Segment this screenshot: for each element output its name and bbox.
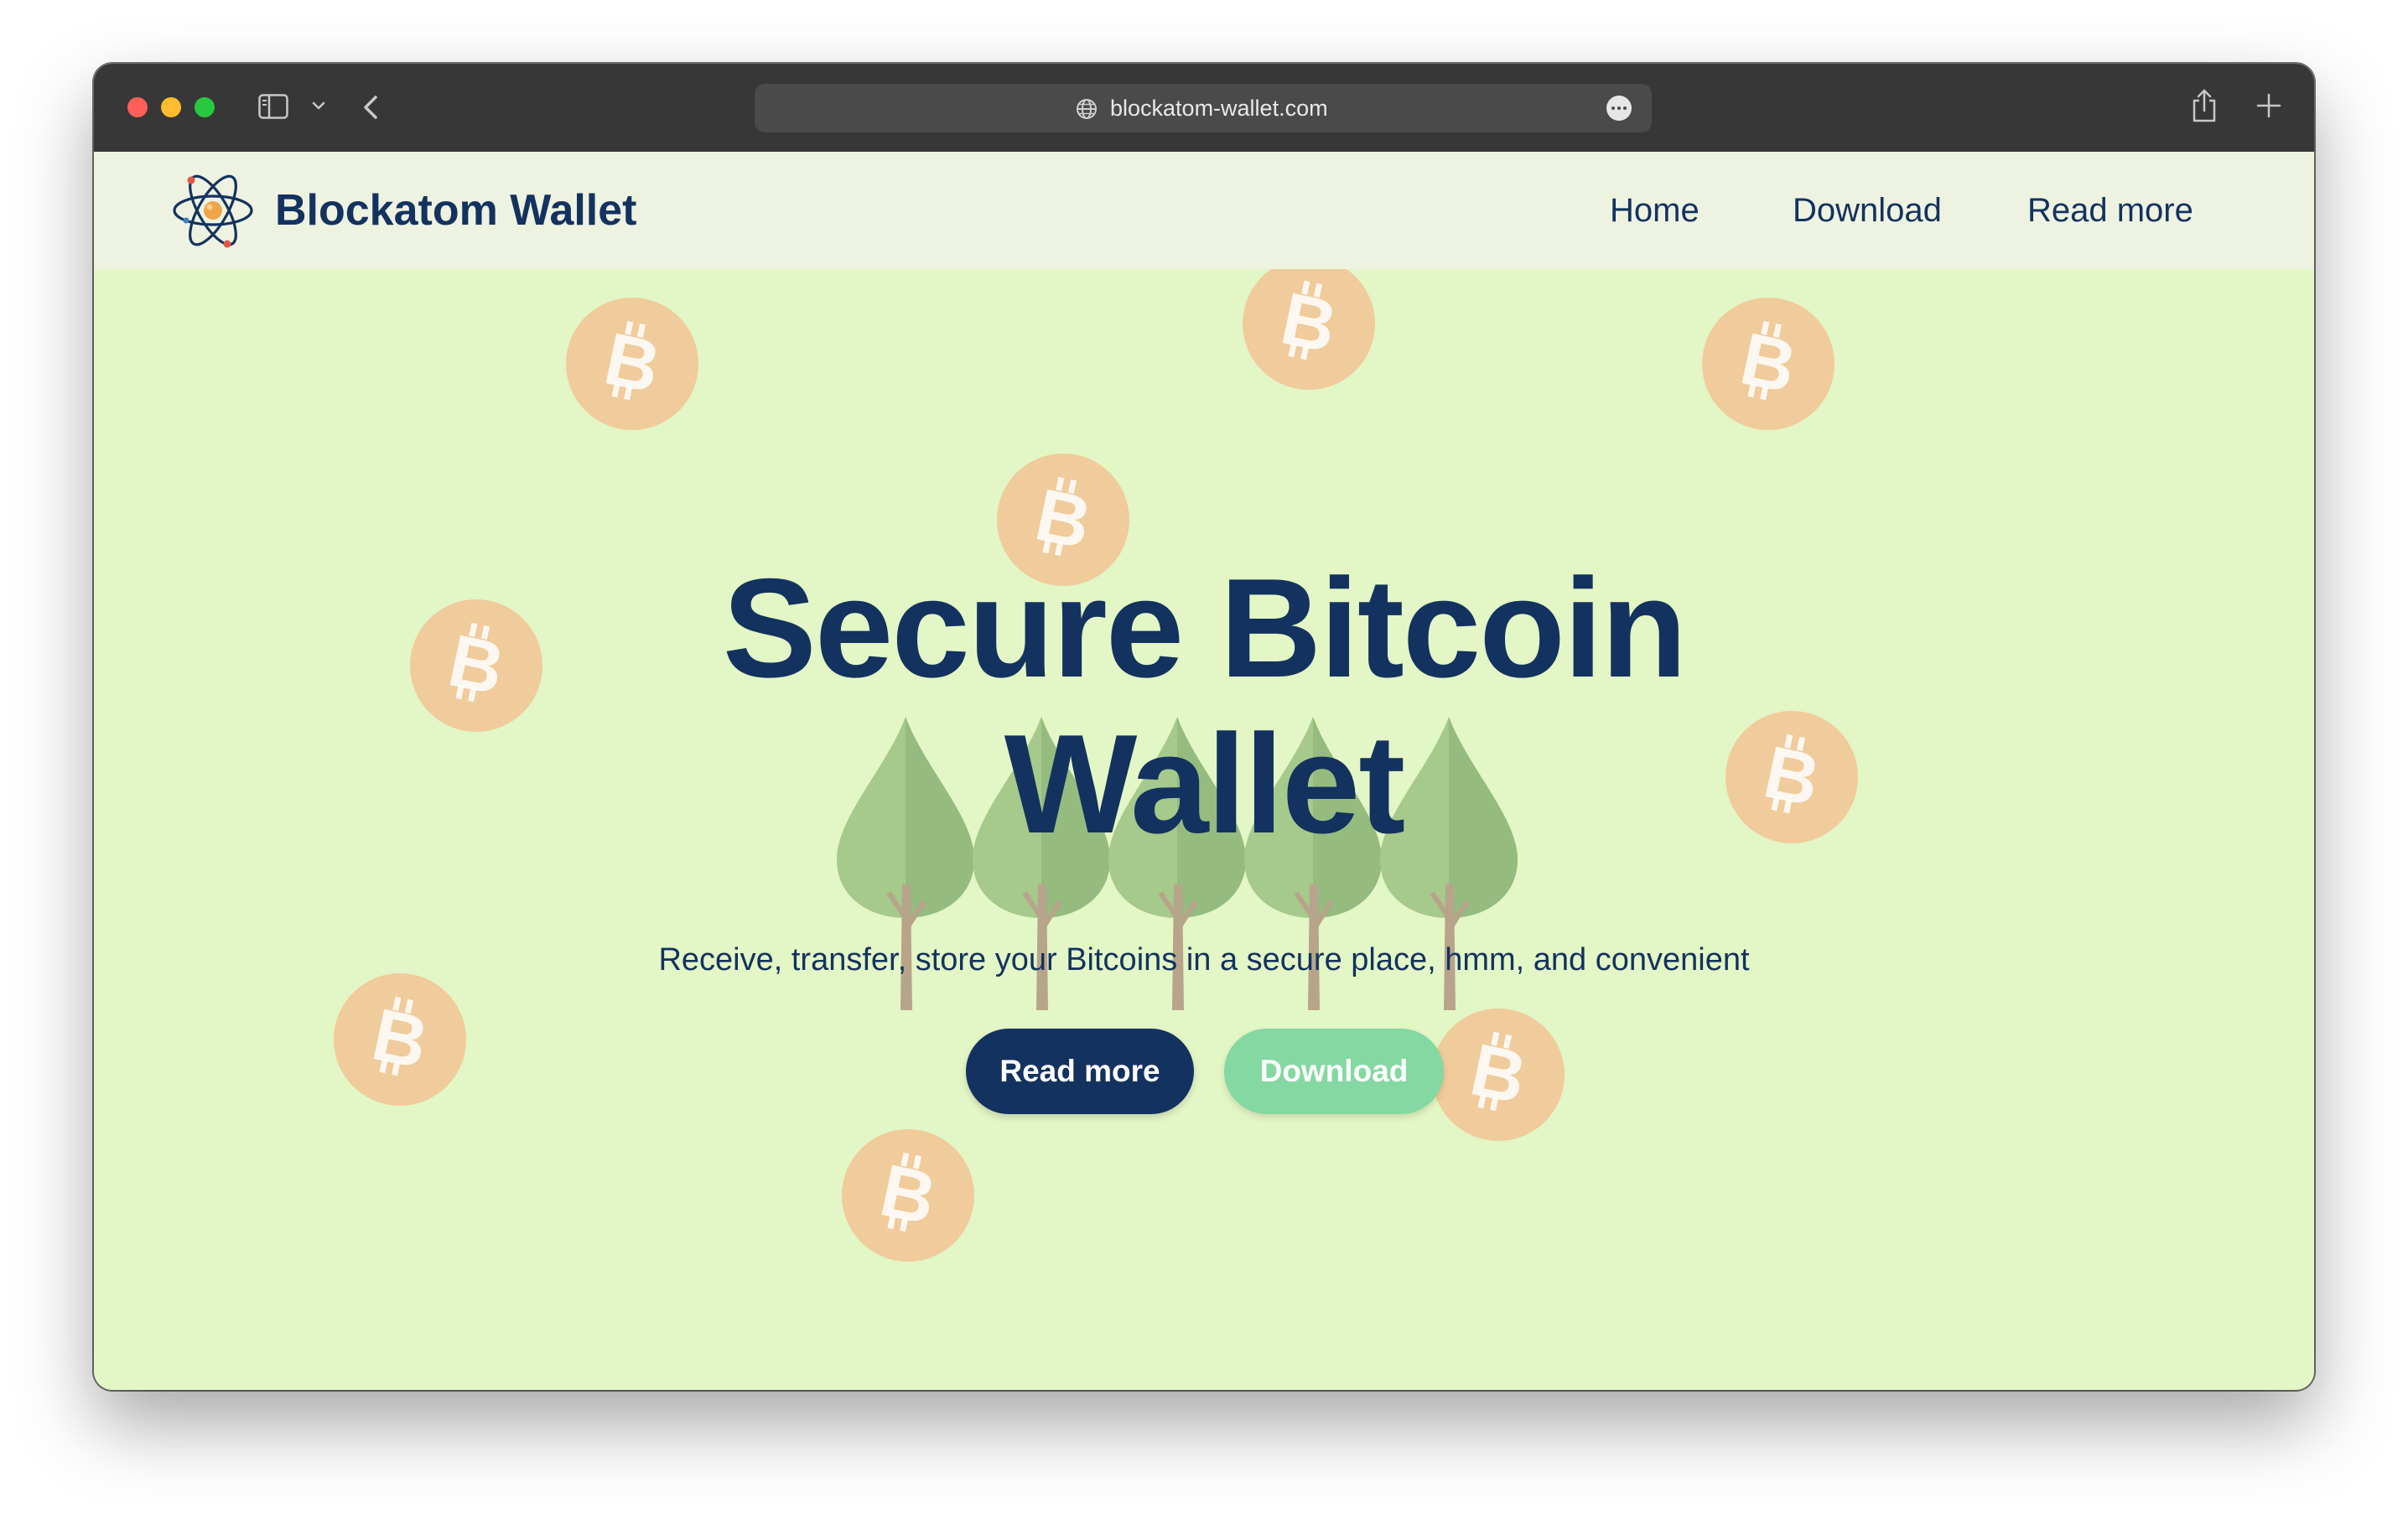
bitcoin-icon: B [1702, 298, 1835, 430]
share-icon[interactable] [2190, 87, 2219, 124]
bitcoin-icon: B [334, 973, 466, 1106]
nav-download-link[interactable]: Download [1793, 189, 1942, 232]
svg-text:B: B [366, 993, 435, 1085]
read-more-button[interactable]: Read more [966, 1029, 1194, 1114]
hero-title-line-1: Secure Bitcoin [722, 549, 1687, 707]
brand-name[interactable]: Blockatom Wallet [275, 184, 637, 237]
download-button[interactable]: Download [1224, 1029, 1444, 1114]
zoom-window-button[interactable] [195, 97, 215, 117]
hero-title-line-2: Wallet [1004, 705, 1406, 863]
svg-text:B: B [1734, 317, 1803, 409]
site-header: Blockatom Wallet Home Download Read more [94, 152, 2314, 269]
browser-titlebar: blockatom-wallet.com [94, 64, 2314, 152]
browser-window: blockatom-wallet.com Blockatom Wallet Ho… [94, 64, 2314, 1390]
bitcoin-icon: B [842, 1129, 974, 1262]
chevron-down-icon[interactable] [309, 96, 329, 116]
nav-read-more-link[interactable]: Read more [2027, 189, 2193, 232]
hero-title: Secure Bitcoin Wallet [94, 550, 2314, 862]
svg-text:B: B [1274, 277, 1344, 369]
bitcoin-icon: B [1432, 1008, 1565, 1141]
hero-subtitle: Receive, transfer, store your Bitcoins i… [658, 942, 1750, 977]
svg-text:B: B [1464, 1028, 1534, 1120]
back-arrow-icon[interactable] [359, 91, 384, 124]
sidebar-icon[interactable] [258, 94, 288, 119]
close-window-button[interactable] [127, 97, 148, 117]
url-text[interactable]: blockatom-wallet.com [1110, 94, 1328, 122]
svg-text:B: B [598, 317, 667, 409]
nav-home-link[interactable]: Home [1610, 189, 1700, 232]
bitcoin-icon: B [566, 298, 698, 430]
plus-icon[interactable] [2255, 92, 2282, 119]
hero-section: B B B B B B B B B Secure Bitcoin Wallet … [94, 269, 2314, 1390]
minimize-window-button[interactable] [161, 97, 181, 117]
svg-text:B: B [874, 1148, 943, 1241]
more-icon[interactable] [1606, 96, 1632, 121]
address-bar[interactable]: blockatom-wallet.com [755, 84, 1652, 132]
bitcoin-icon: B [1243, 269, 1375, 390]
globe-icon [1075, 97, 1098, 121]
atom-icon[interactable] [171, 170, 255, 251]
